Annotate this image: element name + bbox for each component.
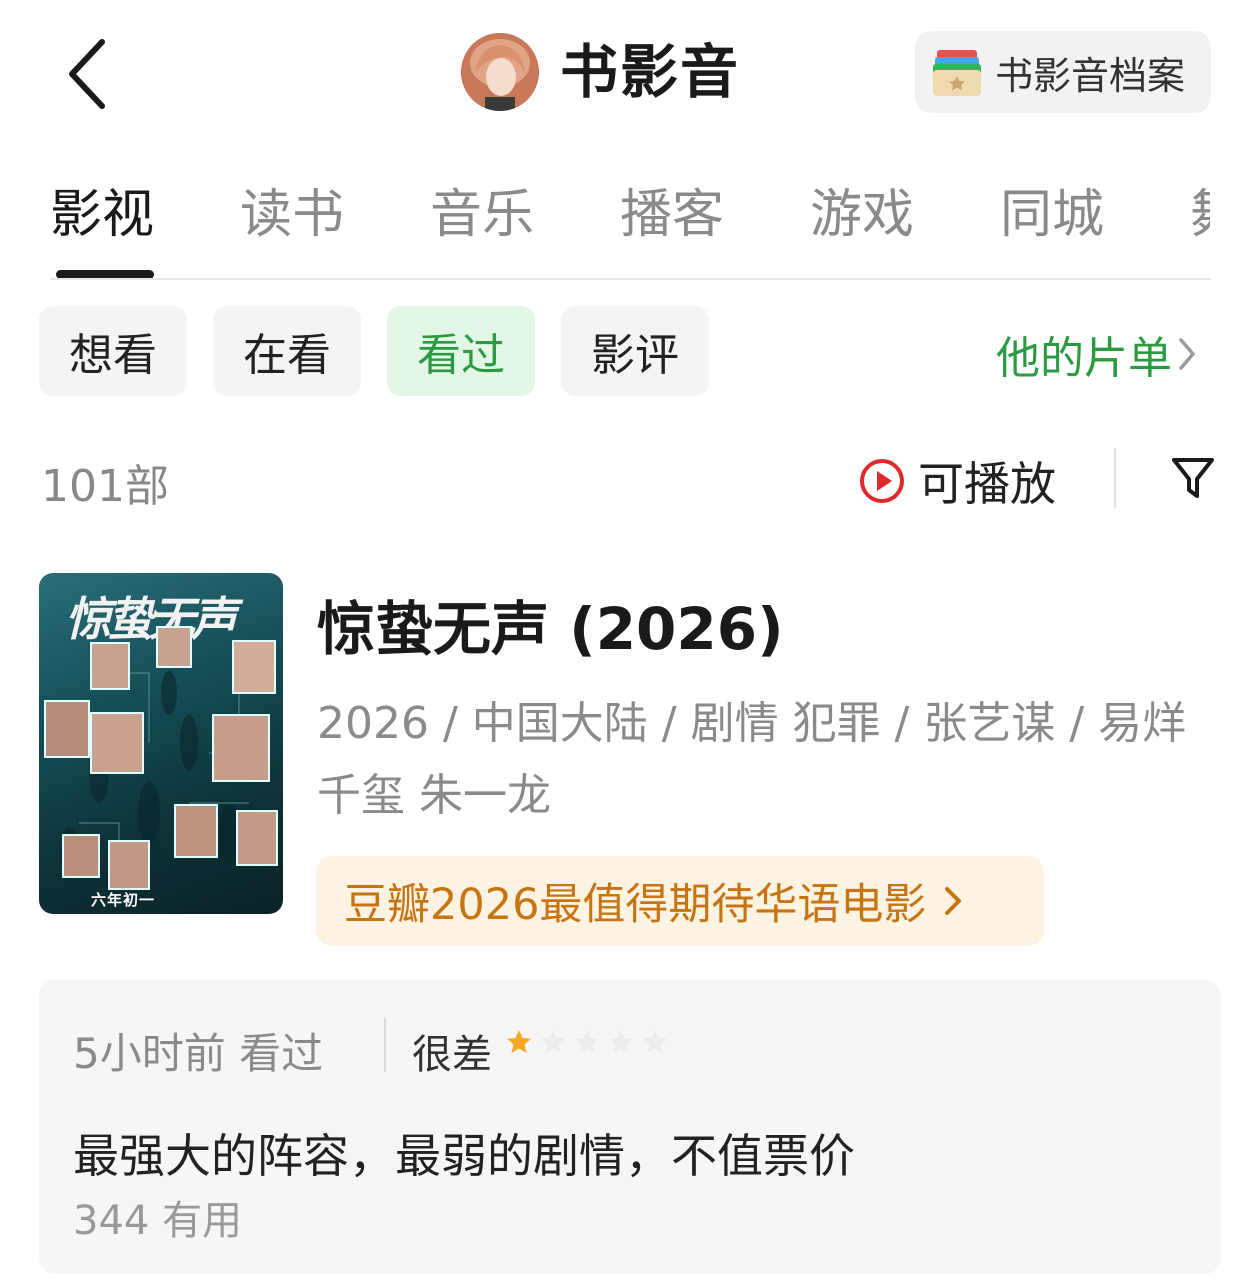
playable-toggle[interactable]: 可播放 [858,448,1056,514]
tab-music[interactable]: 音乐 [430,180,534,250]
avatar[interactable] [461,33,539,111]
star-filled-icon [507,1030,531,1053]
filter-watching[interactable]: 在看 [213,306,361,396]
avatar-portrait [461,33,539,111]
rating-label: 很差 [412,1032,492,1078]
star-empty-icon [575,1030,599,1053]
toolbar-divider [1114,448,1116,508]
star-empty-icon [609,1030,633,1053]
movie-poster[interactable]: 惊蛰无声 六年初一 [39,573,283,914]
movie-meta: 2026 / 中国大陆 / 剧情 犯罪 / 张艺谋 / 易烊千玺 朱一龙 [317,698,1187,821]
rating-stars [505,1028,669,1056]
review-card[interactable]: 5小时前 看过 很差 最强大的阵容，最弱的剧情，不值票价 344 有用 [39,980,1221,1274]
his-list-label: 他的片单 [996,333,1172,384]
tab-movies[interactable]: 影视 [50,180,154,250]
review-divider [384,1018,386,1072]
archive-box-icon [931,46,983,98]
archive-label: 书影音档案 [995,53,1186,98]
archive-button[interactable]: 书影音档案 [915,31,1211,113]
page-title: 书影音 [560,38,741,106]
playable-label: 可播放 [918,457,1056,511]
filter-button[interactable] [1168,452,1218,504]
tab-podcasts[interactable]: 播客 [620,180,724,250]
tab-more[interactable]: 舞 [1190,180,1210,250]
tab-local[interactable]: 同城 [1000,180,1104,250]
review-text: 最强大的阵容，最弱的剧情，不值票价 [73,1129,855,1183]
filter-want-to-watch[interactable]: 想看 [39,306,187,396]
category-tabs: 影视 读书 音乐 播客 游戏 同城 舞 [50,180,1210,260]
useful-count[interactable]: 344 有用 [73,1188,242,1246]
his-list-link[interactable]: 他的片单 [996,322,1198,386]
star-empty-icon [541,1030,565,1053]
star-empty-icon [643,1030,667,1053]
poster-caption: 六年初一 [91,891,156,909]
ranking-banner-label: 豆瓣2026最值得期待华语电影 [344,880,927,930]
filter-reviews[interactable]: 影评 [561,306,709,396]
play-circle-icon [860,459,904,503]
poster-artwork [44,626,278,890]
chevron-right-icon [1179,338,1195,370]
chevron-right-icon [945,887,962,915]
movie-title[interactable]: 惊蛰无声 (2026) [317,582,784,666]
tabs-divider [50,278,1211,280]
item-count: 101部 [41,461,169,512]
filter-watched[interactable]: 看过 [387,306,535,396]
filter-funnel-icon [1172,458,1214,498]
review-time: 5小时前 看过 [73,1029,324,1078]
tab-games[interactable]: 游戏 [810,180,914,250]
ranking-banner[interactable]: 豆瓣2026最值得期待华语电影 [316,856,1044,946]
chevron-left-icon [69,39,105,109]
back-button[interactable] [60,34,120,114]
tab-books[interactable]: 读书 [240,180,344,250]
